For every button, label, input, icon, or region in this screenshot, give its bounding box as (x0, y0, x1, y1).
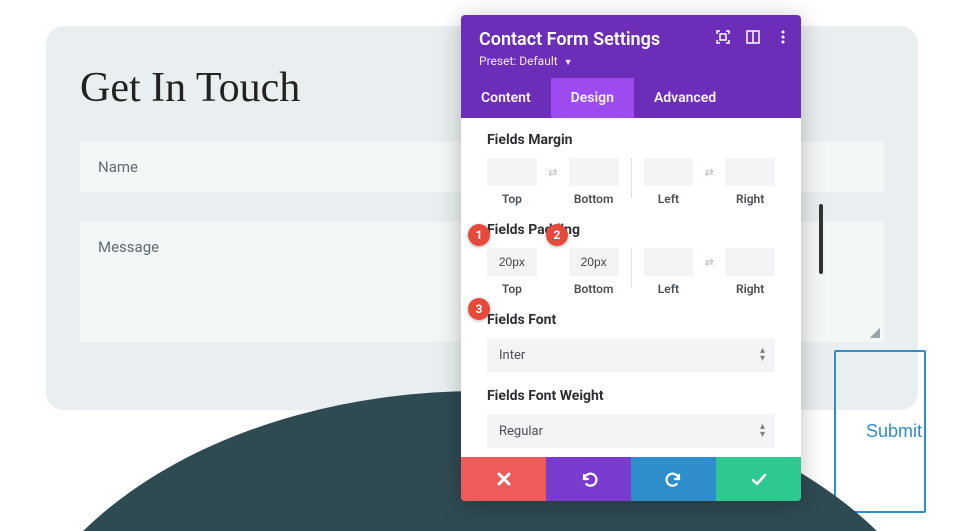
padding-right-input[interactable] (725, 248, 775, 276)
panel-body: Fields Margin Top ⇄ Bottom Left ⇄ Right … (461, 118, 801, 457)
group-font: Fields Font Inter ▴▾ (487, 312, 775, 372)
font-select[interactable]: Inter ▴▾ (487, 338, 775, 372)
padding-label: Fields Padding (487, 222, 775, 238)
link-icon[interactable]: ⇄ (545, 158, 561, 186)
weight-select[interactable]: Regular ▴▾ (487, 414, 775, 448)
undo-button[interactable] (546, 457, 631, 501)
link-icon[interactable] (545, 248, 561, 276)
link-icon[interactable]: ⇄ (701, 158, 717, 186)
callout-2: 2 (546, 224, 568, 246)
group-margin: Fields Margin Top ⇄ Bottom Left ⇄ Right (487, 132, 775, 206)
scrollbar-thumb[interactable] (819, 204, 823, 274)
chevron-updown-icon: ▴▾ (760, 423, 765, 439)
margin-left-input[interactable] (644, 158, 694, 186)
padding-top-input[interactable] (487, 248, 537, 276)
tab-content[interactable]: Content (461, 78, 551, 118)
cap-bottom: Bottom (569, 192, 619, 206)
margin-bottom-input[interactable] (569, 158, 619, 186)
padding-bottom-input[interactable] (569, 248, 619, 276)
weight-label: Fields Font Weight (487, 388, 775, 404)
undo-icon (580, 470, 598, 488)
cap-bottom: Bottom (569, 282, 619, 296)
callout-3: 3 (468, 298, 490, 320)
cap-right: Right (725, 282, 775, 296)
cap-left: Left (644, 282, 694, 296)
redo-button[interactable] (631, 457, 716, 501)
settings-panel: Contact Form Settings Preset: Default ▼ (461, 15, 801, 501)
cap-top: Top (487, 282, 537, 296)
font-value: Inter (499, 348, 525, 363)
divider (631, 248, 632, 288)
panel-header: Contact Form Settings Preset: Default ▼ (461, 15, 801, 78)
divider (631, 158, 632, 198)
cap-left: Left (644, 192, 694, 206)
panel-footer (461, 457, 801, 501)
submit-button[interactable]: Submit (834, 350, 926, 513)
check-icon (750, 470, 768, 488)
callout-1: 1 (468, 224, 490, 246)
group-weight: Fields Font Weight Regular ▴▾ (487, 388, 775, 448)
caret-down-icon: ▼ (564, 58, 573, 68)
font-label: Fields Font (487, 312, 775, 328)
columns-icon[interactable] (745, 29, 761, 45)
margin-label: Fields Margin (487, 132, 775, 148)
group-padding: Fields Padding Top Bottom Left ⇄ Right (487, 222, 775, 296)
more-icon[interactable] (775, 29, 791, 45)
weight-value: Regular (499, 424, 543, 439)
preset-selector[interactable]: Preset: Default ▼ (479, 54, 783, 68)
preset-prefix: Preset: (479, 54, 516, 68)
chevron-updown-icon: ▴▾ (760, 347, 765, 363)
save-button[interactable] (716, 457, 801, 501)
expand-icon[interactable] (715, 29, 731, 45)
link-icon[interactable]: ⇄ (701, 248, 717, 276)
close-icon (496, 471, 512, 487)
margin-right-input[interactable] (725, 158, 775, 186)
margin-top-input[interactable] (487, 158, 537, 186)
cap-top: Top (487, 192, 537, 206)
redo-icon (665, 470, 683, 488)
padding-left-input[interactable] (644, 248, 694, 276)
tabs: Content Design Advanced (461, 78, 801, 118)
preset-value: Default (519, 54, 557, 68)
cancel-button[interactable] (461, 457, 546, 501)
cap-right: Right (725, 192, 775, 206)
tab-design[interactable]: Design (551, 78, 634, 118)
tab-advanced[interactable]: Advanced (634, 78, 736, 118)
